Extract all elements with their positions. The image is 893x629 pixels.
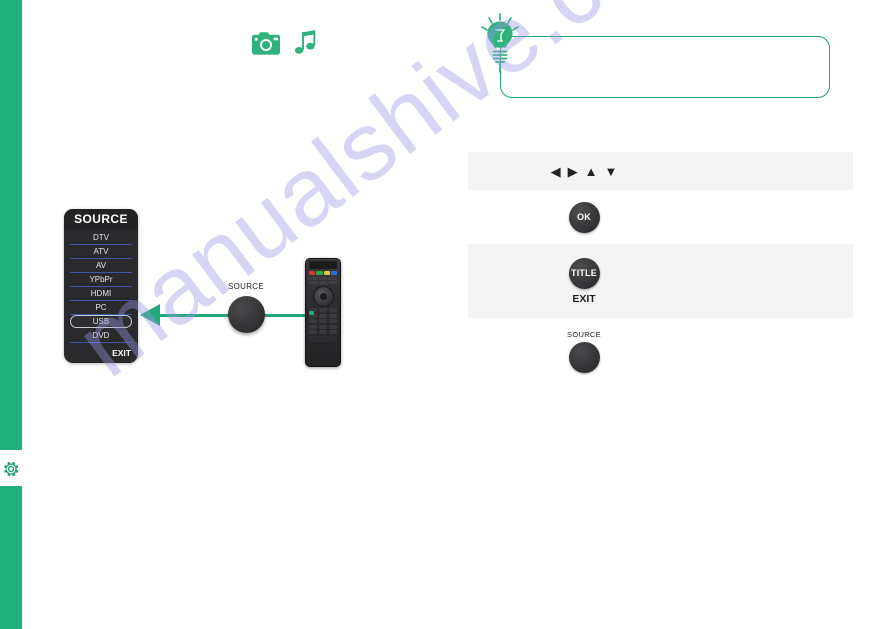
table-cell-key: OK xyxy=(468,201,700,233)
media-icon-group xyxy=(250,30,318,62)
music-note-icon xyxy=(294,30,318,62)
table-row: TITLE EXIT xyxy=(468,244,853,318)
left-arrow-icon xyxy=(140,304,160,326)
left-accent-bar xyxy=(0,0,22,629)
source-menu-item-atv[interactable]: ATV xyxy=(70,245,132,259)
left-arrow-icon[interactable]: ◀ xyxy=(551,165,561,178)
camera-icon xyxy=(250,31,282,62)
title-button[interactable]: TITLE xyxy=(568,257,600,289)
tip-callout-box xyxy=(500,36,830,98)
source-menu-item-hdmi[interactable]: HDMI xyxy=(70,287,132,301)
remote-control-icon xyxy=(305,258,341,367)
source-menu-item-ypbpr[interactable]: YPbPr xyxy=(70,273,132,287)
ok-button[interactable]: OK xyxy=(568,201,600,233)
arrow-key-group: ◀ ▶ ▲ ▼ xyxy=(551,165,618,178)
up-arrow-icon[interactable]: ▲ xyxy=(585,165,598,178)
button-reference-table: ◀ ▶ ▲ ▼ OK TITLE EXIT SOURCE xyxy=(468,152,853,384)
source-menu-exit[interactable]: EXIT xyxy=(64,343,138,360)
table-row: ◀ ▶ ▲ ▼ xyxy=(468,152,853,190)
right-arrow-icon[interactable]: ▶ xyxy=(568,165,578,178)
gear-icon xyxy=(1,459,21,479)
down-arrow-icon[interactable]: ▼ xyxy=(605,165,618,178)
source-menu-list: DTV ATV AV YPbPr HDMI PC USB DVD xyxy=(64,230,138,343)
source-menu-item-dtv[interactable]: DTV xyxy=(70,231,132,245)
source-button[interactable] xyxy=(568,341,600,373)
source-menu-item-usb[interactable]: USB xyxy=(70,315,132,328)
table-row: SOURCE xyxy=(468,318,853,384)
table-cell-key: TITLE EXIT xyxy=(468,257,700,305)
tip-callout-text xyxy=(501,37,829,57)
source-knob-button[interactable] xyxy=(228,296,265,333)
source-menu-item-pc[interactable]: PC xyxy=(70,301,132,315)
source-knob-label: SOURCE xyxy=(227,282,265,291)
lightbulb-icon xyxy=(478,12,522,74)
exit-button-label[interactable]: EXIT xyxy=(572,293,595,305)
table-row: OK xyxy=(468,190,853,244)
source-osd-menu: SOURCE DTV ATV AV YPbPr HDMI PC USB DVD … xyxy=(64,209,138,363)
source-menu-item-av[interactable]: AV xyxy=(70,259,132,273)
source-button-label: SOURCE xyxy=(567,329,601,339)
table-cell-key: SOURCE xyxy=(468,330,700,373)
source-menu-item-dvd[interactable]: DVD xyxy=(70,329,132,343)
source-menu-title: SOURCE xyxy=(64,209,138,230)
table-cell-key: ◀ ▶ ▲ ▼ xyxy=(468,165,700,178)
